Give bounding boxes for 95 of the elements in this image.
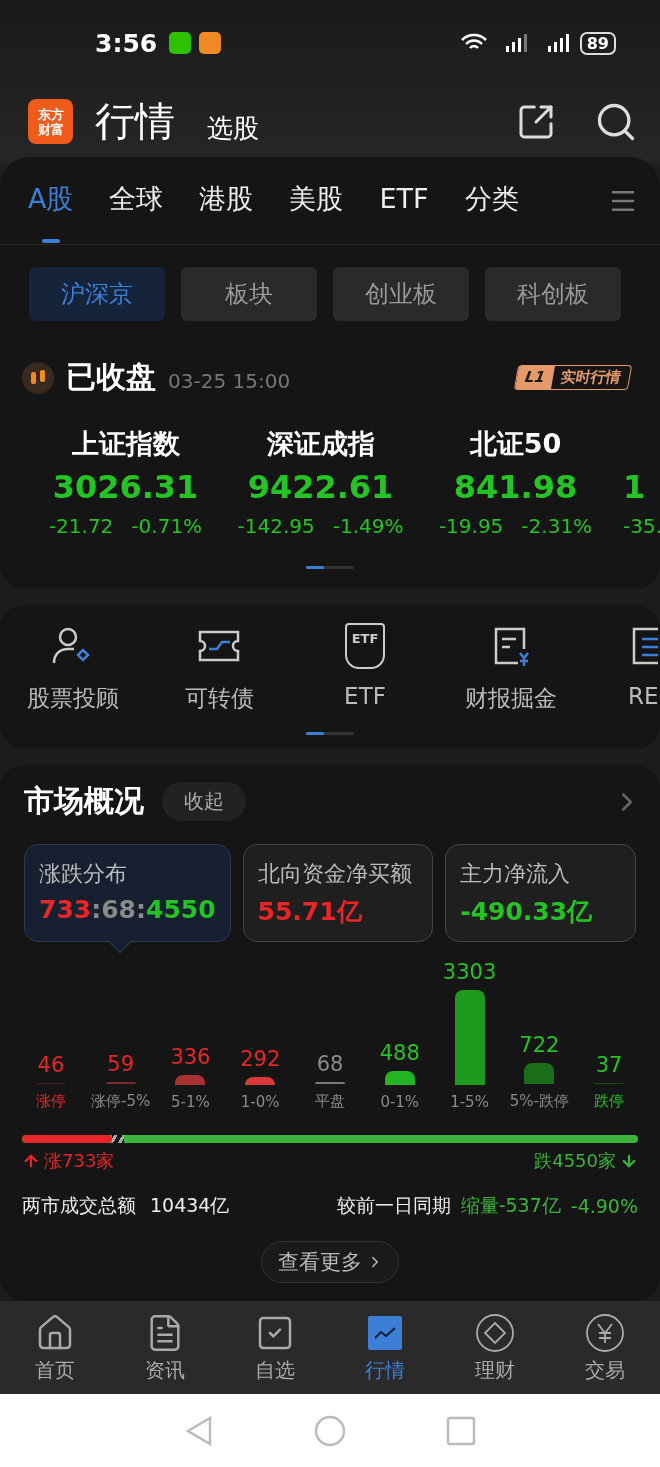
summary-card[interactable]: 涨跌分布 733:68:4550 (24, 844, 231, 943)
status-time: 3:56 (95, 28, 158, 58)
nav-item[interactable]: 首页 (0, 1301, 110, 1395)
index-percent: -0.71% (131, 514, 203, 539)
compare-value: 缩量-537亿 (460, 1193, 561, 1219)
bar-label: 1-5% (450, 1093, 489, 1112)
bar-label: 5-1% (171, 1093, 210, 1112)
index-value: 3026.31 (52, 468, 199, 507)
page-indicator (306, 732, 354, 736)
feature-label[interactable]: RE (628, 683, 659, 710)
bar-value: 722 (519, 1033, 560, 1058)
etf-icon: ETF (345, 623, 385, 670)
market-tab[interactable]: 港股 (199, 158, 254, 243)
collapse-button[interactable]: 收起 (162, 782, 246, 822)
turnover-value: 10434亿 (150, 1193, 230, 1219)
bar (105, 1082, 136, 1085)
filter-chip[interactable]: 创业板 (333, 267, 469, 322)
bar-value: 292 (240, 1046, 281, 1071)
bar-label: 跌停 (594, 1092, 625, 1112)
bar-value: 46 (37, 1052, 65, 1077)
bar-value: 68 (316, 1052, 344, 1077)
compare-label: 较前一日同期 (336, 1193, 451, 1219)
bar (175, 1075, 206, 1086)
index-percent: -1.49% (332, 514, 404, 539)
market-tab[interactable]: 美股 (289, 158, 344, 243)
bar (384, 1071, 415, 1086)
index-value: 1 (623, 468, 646, 507)
feature-label[interactable]: 财报掘金 (465, 683, 557, 715)
index-change: -21.72 (48, 514, 114, 539)
bar (524, 1063, 555, 1085)
index-percent: -2.31% (521, 514, 593, 539)
stock-picker-link[interactable]: 选股 (207, 111, 259, 147)
fall-count: 跌4550家 (534, 1149, 616, 1174)
close-time: 03-25 15:00 (168, 368, 291, 393)
feature-label[interactable]: 可转债 (184, 683, 254, 715)
index-change: -35. (623, 514, 660, 539)
page-title: 行情 (95, 97, 175, 147)
filter-chip[interactable]: 沪深京 (29, 267, 165, 322)
bar-value: 488 (379, 1041, 420, 1066)
index-name: 深证成指 (266, 427, 375, 462)
index-change: -142.95 (237, 514, 315, 539)
page-indicator (306, 566, 354, 570)
index-value: 9422.61 (247, 468, 394, 507)
market-tab[interactable]: A股 (28, 158, 74, 243)
filter-chip[interactable]: 科创板 (485, 267, 621, 322)
section-title: 市场概况 (24, 782, 144, 821)
market-tab[interactable]: ETF (379, 161, 429, 241)
filter-chip[interactable]: 板块 (181, 267, 317, 322)
nav-item[interactable]: 自选 (220, 1301, 330, 1395)
card-title: 北向资金净买额 (257, 860, 413, 889)
bar-label: 1-0% (240, 1093, 280, 1112)
nav-item[interactable]: 资讯 (110, 1301, 220, 1395)
summary-card[interactable]: 主力净流入 -490.33亿 (445, 844, 636, 943)
nav-item[interactable]: 交易 (550, 1301, 660, 1395)
bar-value: 37 (595, 1053, 623, 1077)
bar-label: 5%-跌停 (509, 1092, 569, 1112)
candlestick-icon (22, 361, 54, 394)
card-value: 733:68:4550 (39, 895, 216, 925)
market-tab[interactable]: 全球 (109, 158, 164, 243)
bar-label: 涨停-5% (91, 1092, 151, 1112)
recents-icon[interactable] (446, 1415, 476, 1446)
summary-card[interactable]: 北向资金净买额 55.71亿 (242, 844, 434, 943)
turnover-label: 两市成交总额 (22, 1193, 136, 1219)
market-status: 已收盘 (66, 358, 156, 397)
card-value: 55.71亿 (257, 896, 363, 929)
nav-item[interactable]: 行情 (330, 1301, 440, 1395)
bar-label: 0-1% (380, 1093, 420, 1112)
feature-label[interactable]: ETF (344, 683, 386, 710)
bar (245, 1076, 276, 1086)
flat-marker (111, 1135, 124, 1144)
rise-count: 涨733家 (44, 1149, 115, 1174)
bar-value: 336 (170, 1045, 211, 1070)
index-value: 841.98 (453, 468, 578, 507)
compare-percent: -4.90% (570, 1195, 638, 1218)
bar (35, 1082, 66, 1085)
bar (315, 1082, 345, 1085)
see-more-button[interactable]: 查看更多 (261, 1241, 399, 1284)
battery-level: 89 (579, 31, 616, 55)
feature-label[interactable]: 股票投顾 (27, 683, 119, 715)
back-icon[interactable] (184, 1414, 214, 1447)
index-name: 北证50 (469, 427, 562, 462)
bar-value: 59 (107, 1052, 134, 1077)
app-logo: 东方 财富 (28, 99, 73, 145)
index-change: -19.95 (438, 514, 504, 539)
bar-label: 涨停 (35, 1092, 66, 1112)
index-name: 上证指数 (71, 427, 180, 462)
home-circle-icon[interactable] (314, 1414, 346, 1447)
card-title: 涨跌分布 (39, 860, 128, 889)
card-title: 主力净流入 (460, 860, 572, 889)
card-value: -490.33亿 (460, 896, 594, 929)
bar-label: 平盘 (315, 1092, 345, 1112)
yen-icon (585, 1313, 625, 1354)
nav-item[interactable]: 理财 (440, 1301, 550, 1395)
market-tab[interactable]: 分类 (464, 158, 519, 243)
bar-value: 3303 (442, 960, 497, 985)
